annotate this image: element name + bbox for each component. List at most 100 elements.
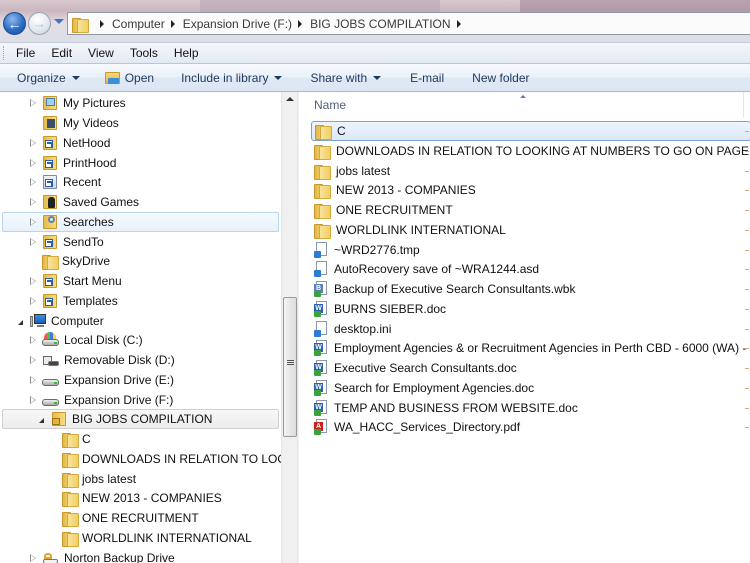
file-list-item[interactable]: W Executive Search Consultants.doc (311, 358, 750, 378)
breadcrumb-expansion-drive[interactable]: Expansion Drive (F:) (183, 17, 310, 31)
expand-arrow-icon[interactable] (28, 291, 37, 311)
nav-tree-item[interactable]: BIG JOBS COMPILATION (2, 409, 279, 429)
expand-arrow-icon[interactable] (28, 93, 37, 113)
scrollbar-thumb[interactable] (283, 297, 297, 437)
forward-button[interactable]: → (28, 12, 51, 35)
shortcut-folder-icon (42, 273, 59, 289)
recent-folder-icon (42, 174, 59, 190)
next-column-edge (745, 150, 749, 152)
nav-tree-item[interactable]: My Pictures (28, 93, 126, 113)
breadcrumb-label: Computer (112, 16, 165, 31)
address-bar[interactable]: Computer Expansion Drive (F:) BIG JOBS C… (67, 12, 750, 35)
nav-tree-item[interactable]: Local Disk (C:) (28, 330, 143, 350)
menu-tools[interactable]: Tools (130, 46, 158, 60)
nav-tree-item[interactable]: Removable Disk (D:) (28, 350, 175, 370)
file-list-item[interactable]: C (311, 121, 750, 141)
menu-edit[interactable]: Edit (51, 46, 72, 60)
breadcrumb-root-arrow[interactable] (94, 19, 112, 28)
column-divider[interactable] (743, 92, 744, 118)
navigation-pane[interactable]: My Pictures My Videos NetHood PrintHood Rece… (0, 92, 281, 563)
collapse-arrow-icon[interactable] (16, 311, 25, 331)
file-list-item[interactable]: W Employment Agencies & or Recruitment Ag… (311, 338, 750, 358)
nav-tree-item[interactable]: PrintHood (28, 153, 116, 173)
expand-arrow-icon[interactable] (28, 153, 37, 173)
file-list-item[interactable]: DOWNLOADS IN RELATION TO LOOKING AT NUMB… (311, 141, 750, 161)
locked-folder-icon (51, 411, 68, 427)
file-list-item[interactable]: desktop.ini (311, 319, 750, 339)
folder-icon (314, 223, 331, 239)
recent-pages-dropdown-icon[interactable] (54, 19, 64, 24)
file-list-item[interactable]: jobs latest (311, 161, 750, 181)
file-name: C (337, 124, 346, 138)
file-list-item[interactable]: ONE RECRUITMENT (311, 200, 750, 220)
open-button[interactable]: Open (104, 71, 154, 85)
hard-drive-icon (42, 392, 60, 408)
nav-tree-item[interactable]: ONE RECRUITMENT (48, 508, 199, 528)
expand-arrow-icon[interactable] (28, 350, 37, 370)
menu-help[interactable]: Help (174, 46, 199, 60)
chevron-right-icon (100, 19, 104, 28)
expand-arrow-icon[interactable] (28, 548, 37, 563)
chevron-right-icon[interactable] (298, 19, 303, 28)
nav-tree-item[interactable]: Saved Games (28, 192, 139, 212)
file-list-item[interactable]: B Backup of Executive Search Consultants.… (311, 279, 750, 299)
nav-tree-item[interactable]: Expansion Drive (F:) (28, 390, 173, 410)
nav-tree-item[interactable]: Computer (16, 311, 104, 331)
nav-tree-item[interactable]: DOWNLOADS IN RELATION TO LOOKING (48, 449, 281, 469)
searches-folder-icon (42, 214, 59, 230)
nav-tree-item[interactable]: jobs latest (48, 469, 136, 489)
nav-tree-item[interactable]: Start Menu (28, 271, 122, 291)
column-header-name[interactable]: Name (314, 98, 346, 112)
file-list-item[interactable]: W BURNS SIEBER.doc (311, 299, 750, 319)
breadcrumb-big-jobs[interactable]: BIG JOBS COMPILATION (310, 17, 468, 31)
chevron-right-icon[interactable] (170, 19, 175, 28)
email-button[interactable]: E-mail (410, 71, 444, 85)
new-folder-button[interactable]: New folder (472, 71, 529, 85)
share-with-button[interactable]: Share with (310, 71, 382, 85)
nav-tree-item[interactable]: WORLDLINK INTERNATIONAL (48, 528, 252, 548)
include-in-library-button[interactable]: Include in library (181, 71, 283, 85)
nav-tree-item[interactable]: Norton Backup Drive (28, 548, 175, 563)
nav-tree-item[interactable]: SkyDrive (28, 251, 110, 271)
navigation-pane-scrollbar[interactable] (281, 92, 297, 563)
nav-tree-item[interactable]: Recent (28, 172, 101, 192)
expand-arrow-icon[interactable] (28, 330, 37, 350)
nav-tree-item[interactable]: C (48, 429, 91, 449)
scroll-up-arrow-icon[interactable] (286, 97, 294, 101)
back-button[interactable]: ← (3, 12, 26, 35)
organize-button[interactable]: Organize (17, 71, 80, 85)
nav-tree-item-label: Expansion Drive (E:) (64, 373, 175, 387)
nav-tree-item[interactable]: SendTo (28, 232, 104, 252)
expand-arrow-icon[interactable] (28, 212, 37, 232)
expand-arrow-icon[interactable] (28, 232, 37, 252)
nav-tree-item[interactable]: Templates (28, 291, 118, 311)
chevron-right-icon[interactable] (456, 19, 461, 28)
breadcrumb-computer[interactable]: Computer (112, 17, 183, 31)
nav-tree-item[interactable]: Expansion Drive (E:) (28, 370, 174, 390)
file-list-item[interactable]: NEW 2013 - COMPANIES (311, 180, 750, 200)
next-column-edge (745, 427, 749, 429)
file-list-item[interactable]: W Search for Employment Agencies.doc (311, 378, 750, 398)
menu-file[interactable]: File (16, 46, 35, 60)
open-folder-icon (104, 71, 121, 85)
nav-tree-item[interactable]: Searches (2, 212, 279, 232)
nav-tree-item[interactable]: My Videos (28, 113, 119, 133)
file-name: ~WRD2776.tmp (334, 242, 420, 257)
file-list-item[interactable]: A WA_HACC_Services_Directory.pdf (311, 417, 750, 437)
expand-arrow-icon[interactable] (28, 172, 37, 192)
file-list[interactable]: Name C DOWNLOADS IN RELATION TO LOOKING A… (299, 92, 750, 563)
menu-view[interactable]: View (88, 46, 114, 60)
expand-arrow-icon[interactable] (28, 271, 37, 291)
file-name: Employment Agencies & or Recruitment Age… (334, 341, 750, 356)
expand-arrow-icon[interactable] (28, 370, 37, 390)
expand-arrow-icon[interactable] (28, 133, 37, 153)
file-list-item[interactable]: WORLDLINK INTERNATIONAL (311, 220, 750, 240)
nav-tree-item[interactable]: NEW 2013 - COMPANIES (48, 488, 222, 508)
nav-tree-item[interactable]: NetHood (28, 133, 110, 153)
file-list-item[interactable]: AutoRecovery save of ~WRA1244.asd (311, 259, 750, 279)
collapse-arrow-icon[interactable] (37, 409, 46, 429)
file-list-item[interactable]: W TEMP AND BUSINESS FROM WEBSITE.doc (311, 398, 750, 418)
file-list-item[interactable]: ~WRD2776.tmp (311, 240, 750, 260)
expand-arrow-icon[interactable] (28, 192, 37, 212)
expand-arrow-icon[interactable] (28, 390, 37, 410)
